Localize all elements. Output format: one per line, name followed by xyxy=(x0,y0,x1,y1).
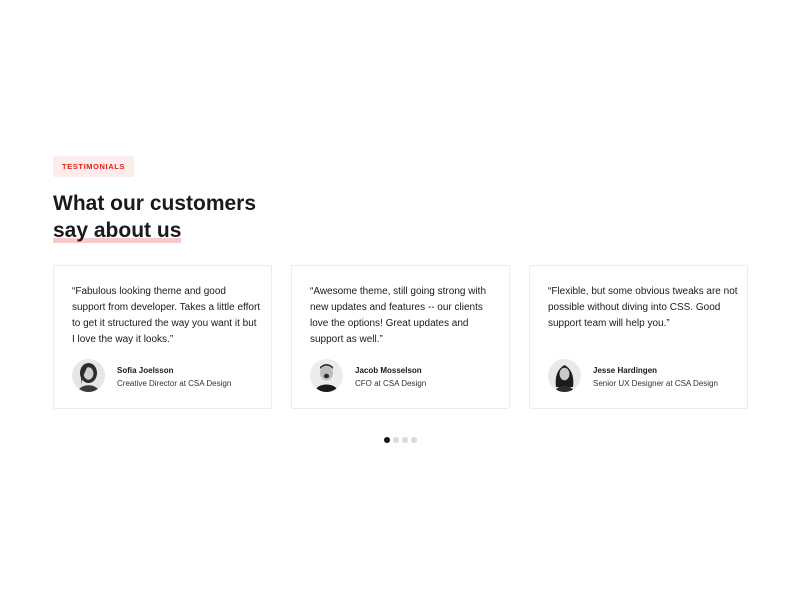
author-name: Jacob Mosselson xyxy=(355,366,422,375)
author-name: Sofia Joelsson xyxy=(117,366,174,375)
author-role: CFO at CSA Design xyxy=(355,379,427,388)
avatar-photo-icon xyxy=(548,359,581,392)
carousel-dot-2[interactable] xyxy=(393,437,399,443)
testimonials-section: TESTIMONIALS What our customers say abou… xyxy=(0,0,800,600)
testimonial-carousel: “Fabulous looking theme and good support… xyxy=(53,265,750,411)
testimonial-author: Jacob Mosselson CFO at CSA Design xyxy=(310,359,505,393)
avatar-photo-icon xyxy=(310,359,343,392)
avatar xyxy=(548,359,581,392)
testimonial-card: “Awesome theme, still going strong with … xyxy=(291,265,510,409)
heading-line-2: say about us xyxy=(53,219,182,243)
avatar xyxy=(310,359,343,392)
testimonial-card: “Fabulous looking theme and good support… xyxy=(53,265,272,409)
carousel-dot-3[interactable] xyxy=(402,437,408,443)
avatar xyxy=(72,359,105,392)
testimonial-quote: “Fabulous looking theme and good support… xyxy=(72,286,261,345)
author-role: Creative Director at CSA Design xyxy=(117,379,232,388)
author-name: Jesse Hardingen xyxy=(593,366,658,375)
heading-line-1: What our customers xyxy=(53,192,257,215)
section-heading: What our customers say about us xyxy=(53,190,256,244)
carousel-dot-1[interactable] xyxy=(384,437,390,443)
testimonial-quote: “Flexible, but some obvious tweaks are n… xyxy=(548,286,738,329)
testimonial-quote: “Awesome theme, still going strong with … xyxy=(310,286,487,345)
author-role: Senior UX Designer at CSA Design xyxy=(593,379,718,388)
section-badge: TESTIMONIALS xyxy=(53,156,135,177)
avatar-photo-icon xyxy=(72,359,105,392)
testimonial-author: Jesse Hardingen Senior UX Designer at CS… xyxy=(548,359,743,393)
carousel-dot-4[interactable] xyxy=(411,437,417,443)
testimonial-author: Sofia Joelsson Creative Director at CSA … xyxy=(72,359,267,393)
testimonial-card: “Flexible, but some obvious tweaks are n… xyxy=(529,265,748,409)
carousel-pagination xyxy=(384,437,417,444)
